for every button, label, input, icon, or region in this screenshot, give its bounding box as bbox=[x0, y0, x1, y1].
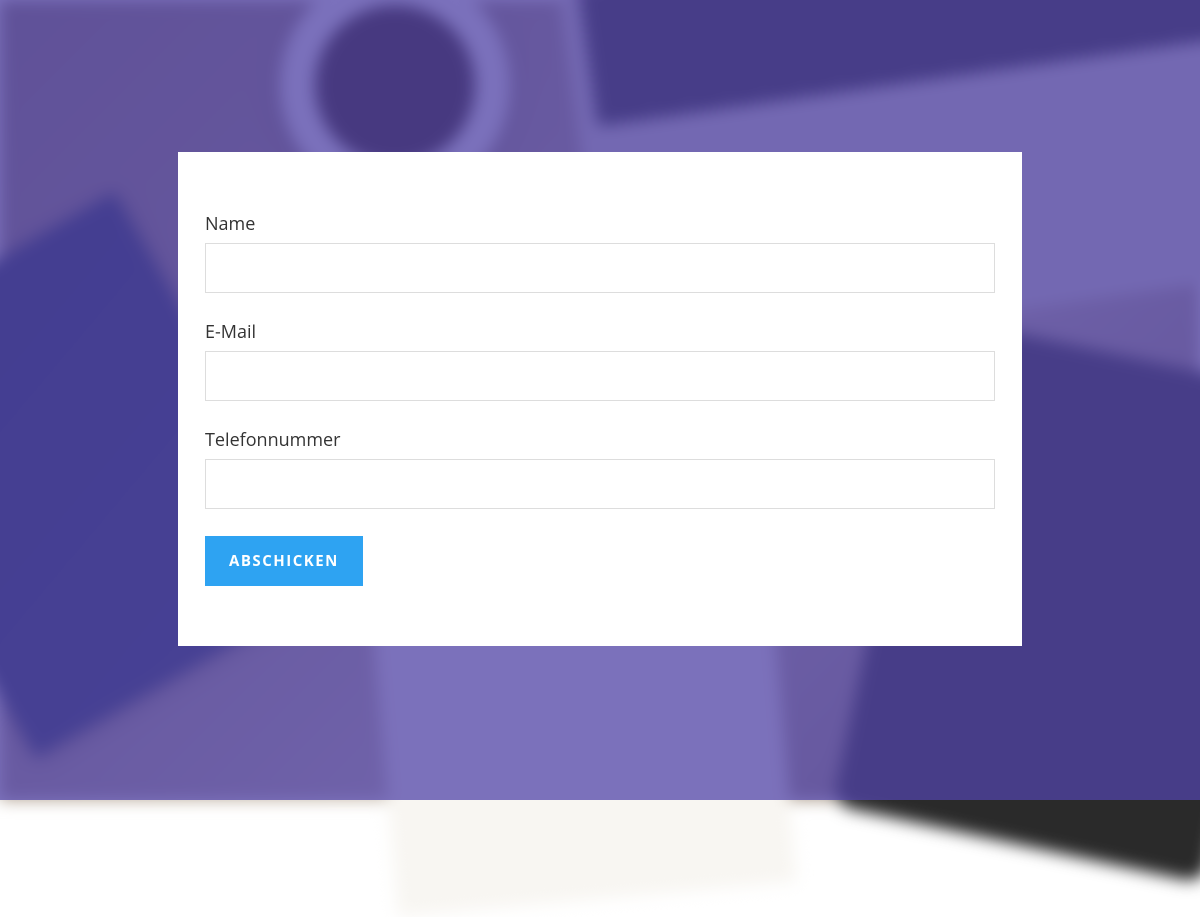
name-input[interactable] bbox=[205, 243, 995, 293]
name-field-group: Name bbox=[205, 212, 995, 293]
email-label: E-Mail bbox=[205, 320, 995, 344]
name-label: Name bbox=[205, 212, 995, 236]
phone-label: Telefonnummer bbox=[205, 428, 995, 452]
phone-field-group: Telefonnummer bbox=[205, 428, 995, 509]
email-input[interactable] bbox=[205, 351, 995, 401]
email-field-group: E-Mail bbox=[205, 320, 995, 401]
submit-button[interactable]: ABSCHICKEN bbox=[205, 536, 363, 586]
phone-input[interactable] bbox=[205, 459, 995, 509]
contact-form-card: Name E-Mail Telefonnummer ABSCHICKEN bbox=[178, 152, 1022, 646]
